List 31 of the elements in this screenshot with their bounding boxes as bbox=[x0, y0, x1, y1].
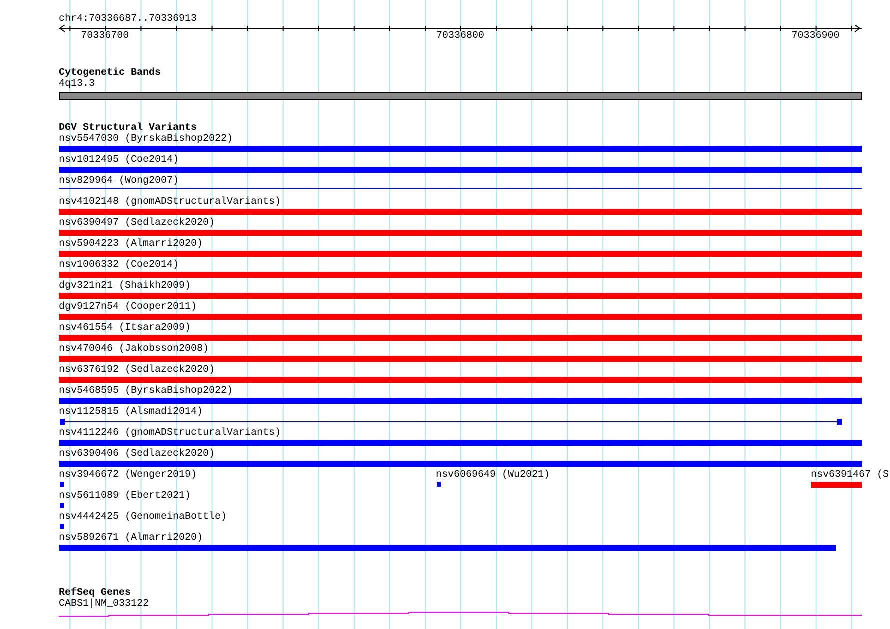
variant-label[interactable]: nsv5892671 (Almarri2020) bbox=[59, 533, 204, 544]
variant-label[interactable]: nsv1006332 (Coe2014) bbox=[59, 260, 180, 271]
ruler-tick-label: 70336900 bbox=[792, 31, 840, 42]
variant-label[interactable]: nsv6069649 (Wu2021) bbox=[436, 470, 550, 481]
variant-label[interactable]: nsv461554 (Itsara2009) bbox=[59, 323, 192, 334]
variant-label[interactable]: nsv6390406 (Sedlazeck2020) bbox=[59, 449, 216, 460]
ruler-tick-label: 70336800 bbox=[436, 31, 484, 42]
band-label: 4q13.3 bbox=[59, 79, 96, 90]
variant-label[interactable]: nsv4102148 (gnomADStructuralVariants) bbox=[59, 197, 282, 208]
track-title: DGV Structural Variants bbox=[59, 123, 198, 134]
variant-label[interactable]: nsv6390497 (Sedlazeck2020) bbox=[59, 218, 216, 229]
variant-label[interactable]: nsv5468595 (ByrskaBishop2022) bbox=[59, 386, 234, 397]
variant-label[interactable]: nsv4112246 (gnomADStructuralVariants) bbox=[59, 428, 282, 439]
variant-label[interactable]: nsv6376192 (Sedlazeck2020) bbox=[59, 365, 216, 376]
variant-label[interactable]: nsv1125815 (Alsmadi2014) bbox=[59, 407, 204, 418]
variant-label[interactable]: dgv9127n54 (Cooper2011) bbox=[59, 302, 198, 313]
variant-label[interactable]: nsv829964 (Wong2007) bbox=[59, 176, 180, 187]
variant-label[interactable]: dgv321n21 (Shaikh2009) bbox=[59, 281, 192, 292]
ruler-tick-label: 70336700 bbox=[81, 31, 130, 42]
gene-label[interactable]: CABS1|NM_033122 bbox=[59, 599, 862, 610]
variant-label[interactable]: nsv4442425 (GenomeinaBottle) bbox=[59, 512, 228, 523]
variant-label[interactable]: nsv470046 (Jakobsson2008) bbox=[59, 344, 210, 355]
variant-label[interactable]: nsv5904223 (Almarri2020) bbox=[59, 239, 204, 250]
variant-label[interactable]: nsv5547030 (ByrskaBishop2022) bbox=[59, 134, 234, 145]
variant-label[interactable]: nsv1012495 (Coe2014) bbox=[59, 155, 180, 166]
variant-label[interactable]: nsv3946672 (Wenger2019) bbox=[59, 470, 198, 481]
variant-label[interactable]: nsv5611089 (Ebert2021) bbox=[59, 491, 192, 502]
track-title: Cytogenetic Bands bbox=[59, 68, 162, 79]
variant-label[interactable]: nsv6391467 (S bbox=[811, 470, 890, 481]
region-label: chr4:70336687..70336913 bbox=[59, 14, 198, 25]
track-title: RefSeq Genes bbox=[59, 588, 132, 599]
